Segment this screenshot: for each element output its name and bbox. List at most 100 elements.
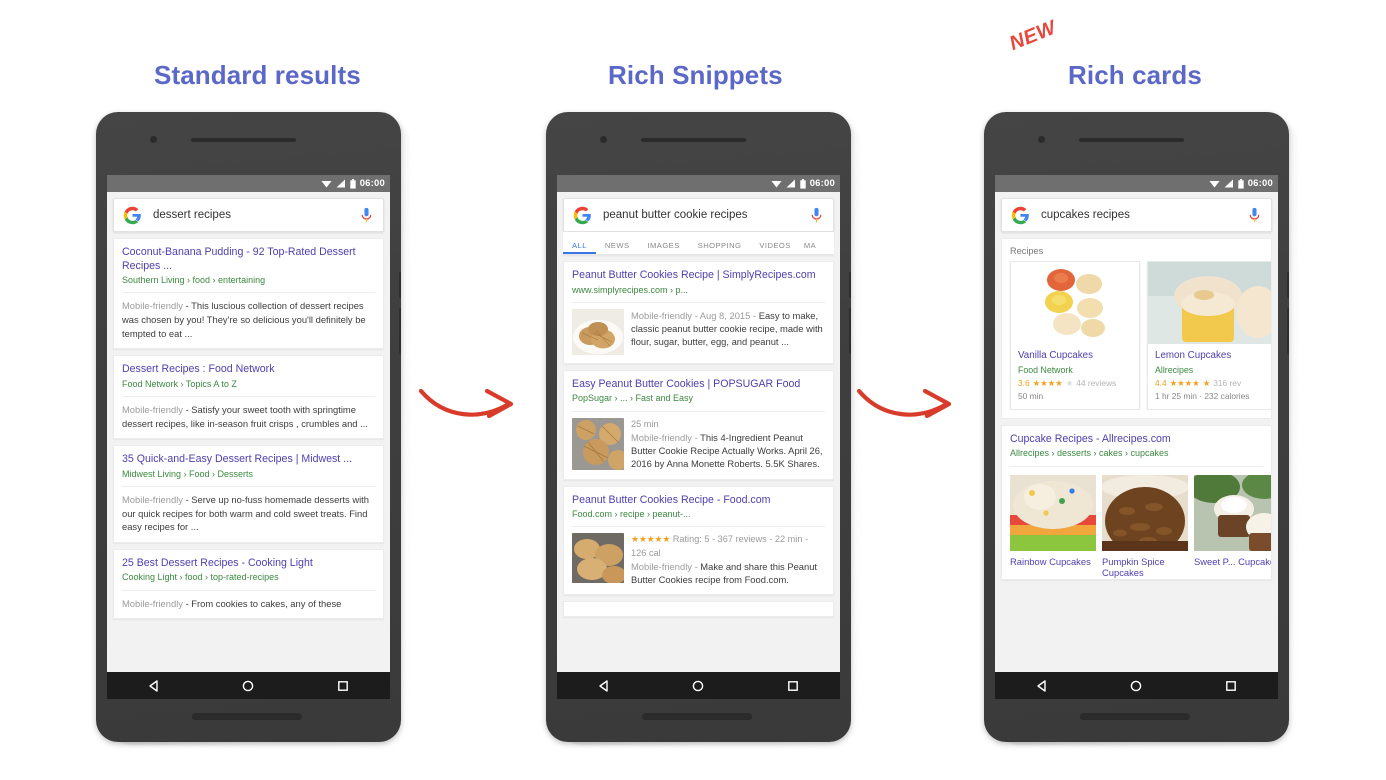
result-header[interactable]: Cupcake Recipes - Allrecipes.com Allreci… xyxy=(1002,426,1271,466)
phone-screen: 06:00 cupcakes recipes Recipes Vanilla C… xyxy=(995,175,1278,672)
microphone-icon[interactable] xyxy=(360,207,373,224)
search-result-card[interactable]: Coconut-Banana Pudding - 92 Top-Rated De… xyxy=(113,238,384,350)
result-title-link[interactable]: Peanut Butter Cookies Recipe | SimplyRec… xyxy=(572,269,825,283)
gallery-item[interactable]: Pumpkin Spice Cupcakes xyxy=(1102,474,1188,580)
power-button[interactable] xyxy=(1287,308,1289,354)
gallery-caption[interactable]: Rainbow Cupcakes xyxy=(1010,551,1096,568)
search-result-card[interactable]: 35 Quick-and-Easy Dessert Recipes | Midw… xyxy=(113,445,384,543)
back-triangle-icon[interactable] xyxy=(1035,679,1049,693)
rich-card[interactable]: Lemon Cupcakes Allrecipes 4.4 ★★★★ ★ 316 … xyxy=(1147,261,1271,410)
back-triangle-icon[interactable] xyxy=(597,679,611,693)
tab-videos[interactable]: VIDEOS xyxy=(750,241,799,254)
rich-card-time: 50 min xyxy=(1018,390,1044,401)
home-circle-icon[interactable] xyxy=(691,679,705,693)
tab-news[interactable]: NEWS xyxy=(596,241,639,254)
search-input[interactable]: cupcakes recipes xyxy=(1041,209,1248,221)
recents-square-icon[interactable] xyxy=(1224,679,1238,693)
search-bar[interactable]: dessert recipes xyxy=(113,198,384,232)
microphone-icon[interactable] xyxy=(1248,207,1261,224)
rich-card-title[interactable]: Vanilla Cupcakes xyxy=(1018,350,1132,362)
browser-viewport[interactable]: dessert recipes Coconut-Banana Pudding -… xyxy=(107,192,390,672)
rich-card[interactable]: Vanilla Cupcakes Food Network 3.6 ★★★★ ★ … xyxy=(1010,261,1140,410)
power-button[interactable] xyxy=(399,308,401,354)
result-title-link[interactable]: 35 Quick-and-Easy Dessert Recipes | Midw… xyxy=(122,453,375,467)
gallery-caption[interactable]: Pumpkin Spice Cupcakes xyxy=(1102,551,1188,580)
google-g-icon xyxy=(123,206,141,224)
search-input[interactable]: peanut butter cookie recipes xyxy=(603,209,810,221)
result-breadcrumb: www.simplyrecipes.com › p... xyxy=(572,284,689,295)
search-result-card[interactable]: Dessert Recipes : Food Network Food Netw… xyxy=(113,355,384,440)
image-gallery[interactable]: Rainbow Cupcakes Pumpkin Spice Cupcakes … xyxy=(1002,467,1271,580)
browser-viewport[interactable]: cupcakes recipes Recipes Vanilla Cupcake… xyxy=(995,192,1278,672)
status-bar: 06:00 xyxy=(107,175,390,192)
result-title-link[interactable]: Peanut Butter Cookies Recipe - Food.com xyxy=(572,494,825,508)
search-result-card[interactable]: Peanut Butter Cookies Recipe - Food.com … xyxy=(563,485,834,596)
tab-images[interactable]: IMAGES xyxy=(638,241,688,254)
rich-cards-label: Recipes xyxy=(1010,246,1044,256)
result-title-link[interactable]: 25 Best Dessert Recipes - Cooking Light xyxy=(122,557,375,571)
microphone-icon[interactable] xyxy=(810,207,823,224)
lemon-cupcakes-photo xyxy=(1148,262,1271,344)
phone-chin-bar xyxy=(1080,713,1190,720)
result-header[interactable]: 25 Best Dessert Recipes - Cooking Light … xyxy=(114,550,383,590)
search-result-card[interactable]: 25 Best Dessert Recipes - Cooking Light … xyxy=(113,548,384,620)
mobile-friendly-label: Mobile-friendly xyxy=(122,494,183,506)
rich-card-source: Allrecipes xyxy=(1155,364,1194,375)
volume-button[interactable] xyxy=(849,272,851,298)
wifi-icon xyxy=(1209,181,1220,188)
result-title-link[interactable]: Coconut-Banana Pudding - 92 Top-Rated De… xyxy=(122,246,375,273)
result-title-link[interactable]: Cupcake Recipes - Allrecipes.com xyxy=(1010,433,1263,447)
search-result-card[interactable]: Peanut Butter Cookies Recipe | SimplyRec… xyxy=(563,261,834,364)
result-duration: 25 min xyxy=(631,418,659,429)
result-header[interactable]: 35 Quick-and-Easy Dessert Recipes | Midw… xyxy=(114,446,383,486)
recents-square-icon[interactable] xyxy=(786,679,800,693)
search-input[interactable]: dessert recipes xyxy=(153,209,360,221)
result-breadcrumb: Food Network › Topics A to Z xyxy=(122,378,237,389)
android-nav-bar[interactable] xyxy=(557,672,840,699)
home-circle-icon[interactable] xyxy=(1129,679,1143,693)
browser-viewport[interactable]: peanut butter cookie recipes ALL NEWS IM… xyxy=(557,192,840,672)
result-thumbnail[interactable] xyxy=(572,533,624,584)
android-nav-bar[interactable] xyxy=(995,672,1278,699)
rich-card-reviews: 44 reviews xyxy=(1076,377,1117,388)
rich-card-title[interactable]: Lemon Cupcakes xyxy=(1155,350,1269,362)
status-bar: 06:00 xyxy=(995,175,1278,192)
search-result-card-partial[interactable] xyxy=(563,601,834,618)
volume-button[interactable] xyxy=(399,272,401,298)
result-header[interactable]: Coconut-Banana Pudding - 92 Top-Rated De… xyxy=(114,239,383,292)
result-header[interactable]: Peanut Butter Cookies Recipe - Food.com … xyxy=(564,487,833,527)
recents-square-icon[interactable] xyxy=(336,679,350,693)
search-result-card[interactable]: Easy Peanut Butter Cookies | POPSUGAR Fo… xyxy=(563,369,834,480)
result-title-link[interactable]: Dessert Recipes : Food Network xyxy=(122,363,375,377)
tab-shopping[interactable]: SHOPPING xyxy=(689,241,751,254)
mobile-friendly-label: Mobile-friendly xyxy=(122,300,183,312)
rich-cards-section: Recipes Vanilla Cupcakes Food Network 3.… xyxy=(1001,238,1272,419)
wifi-icon xyxy=(771,181,782,188)
rich-cards-carousel[interactable]: Vanilla Cupcakes Food Network 3.6 ★★★★ ★ … xyxy=(1002,261,1271,410)
android-nav-bar[interactable] xyxy=(107,672,390,699)
tab-maps-truncated[interactable]: MA xyxy=(800,241,816,254)
result-header[interactable]: Peanut Butter Cookies Recipe | SimplyRec… xyxy=(564,262,833,302)
result-title-link[interactable]: Easy Peanut Butter Cookies | POPSUGAR Fo… xyxy=(572,378,825,392)
mobile-friendly-label: Mobile-friendly - Aug 8, 2015 - xyxy=(631,309,757,321)
power-button[interactable] xyxy=(849,308,851,354)
result-thumbnail[interactable] xyxy=(572,308,624,355)
gallery-item[interactable]: Rainbow Cupcakes xyxy=(1010,474,1096,580)
back-triangle-icon[interactable] xyxy=(147,679,161,693)
search-vertical-tabs[interactable]: ALL NEWS IMAGES SHOPPING VIDEOS MA xyxy=(563,232,834,255)
search-bar[interactable]: cupcakes recipes xyxy=(1001,198,1272,232)
gallery-item[interactable]: Sweet P... Cupcake xyxy=(1194,474,1271,580)
result-breadcrumb: PopSugar › ... › Fast and Easy xyxy=(572,393,694,404)
search-bar[interactable]: peanut butter cookie recipes xyxy=(563,198,834,232)
result-header[interactable]: Dessert Recipes : Food Network Food Netw… xyxy=(114,356,383,396)
home-circle-icon[interactable] xyxy=(241,679,255,693)
peanut-butter-cookies-stack-image xyxy=(572,533,624,584)
result-header[interactable]: Easy Peanut Butter Cookies | POPSUGAR Fo… xyxy=(564,371,833,411)
gallery-caption[interactable]: Sweet P... Cupcake xyxy=(1194,551,1271,568)
signal-icon xyxy=(786,179,795,188)
volume-button[interactable] xyxy=(1287,272,1289,298)
search-result-card[interactable]: Cupcake Recipes - Allrecipes.com Allreci… xyxy=(1001,424,1272,581)
result-thumbnail[interactable] xyxy=(572,417,624,470)
tab-all[interactable]: ALL xyxy=(563,241,596,254)
results-list: Peanut Butter Cookies Recipe | SimplyRec… xyxy=(557,261,840,618)
